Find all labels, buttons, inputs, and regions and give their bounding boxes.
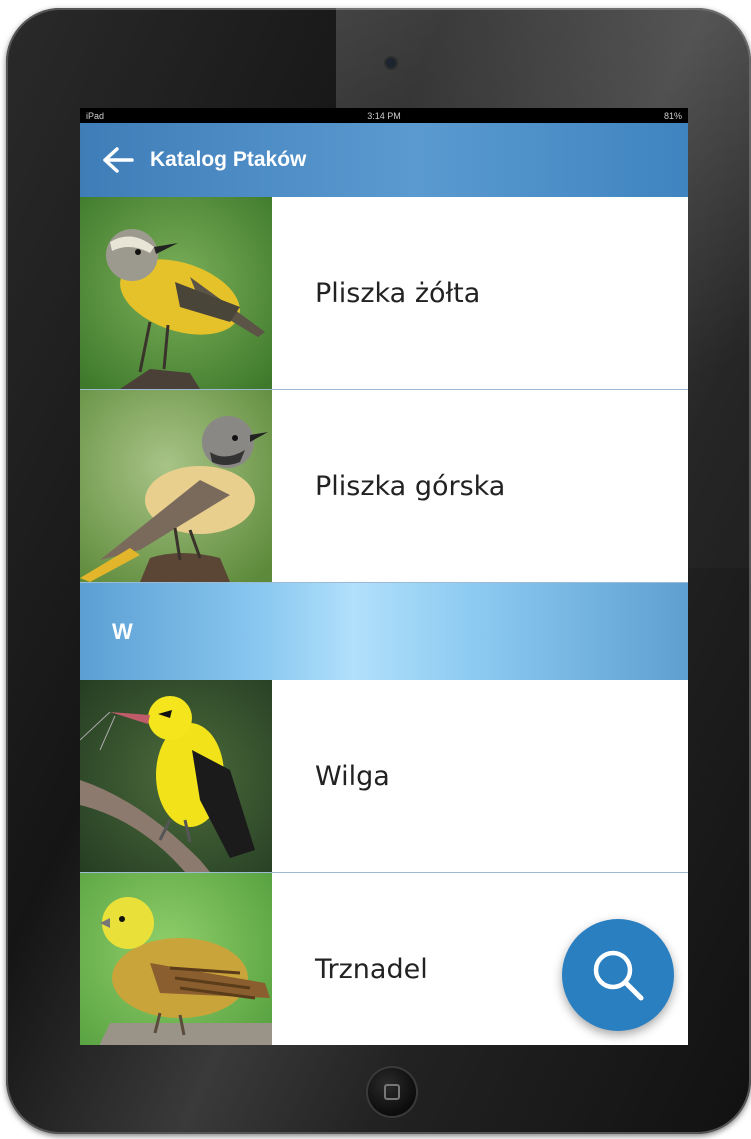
page-title: Katalog Ptaków bbox=[150, 148, 307, 171]
app-screen: Katalog Ptaków Pliszka żółta Pliszka gór… bbox=[80, 123, 688, 1045]
home-button-icon bbox=[384, 1084, 400, 1100]
list-item[interactable]: Pliszka górska bbox=[80, 390, 688, 583]
search-icon bbox=[593, 950, 644, 1001]
section-header: W bbox=[80, 583, 688, 680]
bird-name: Pliszka żółta bbox=[315, 277, 481, 309]
bird-name: Pliszka górska bbox=[315, 470, 506, 502]
bird-thumbnail bbox=[80, 680, 272, 872]
app-bar: Katalog Ptaków bbox=[80, 123, 688, 197]
home-button[interactable] bbox=[368, 1068, 416, 1116]
status-time: 3:14 PM bbox=[367, 111, 401, 121]
list-item[interactable]: Pliszka żółta bbox=[80, 197, 688, 390]
list-item[interactable]: Wilga bbox=[80, 680, 688, 873]
bird-thumbnail bbox=[80, 390, 272, 582]
status-carrier: iPad bbox=[86, 111, 105, 121]
front-camera bbox=[386, 58, 396, 68]
bird-list: Pliszka żółta Pliszka górska W Wilga Trz… bbox=[80, 197, 688, 1045]
section-letter: W bbox=[112, 618, 133, 644]
search-button[interactable] bbox=[562, 919, 674, 1031]
bird-thumbnail bbox=[80, 873, 272, 1045]
arrow-left-icon bbox=[103, 147, 134, 173]
status-bar: iPad 3:14 PM 81% bbox=[80, 108, 688, 124]
bird-name: Wilga bbox=[315, 760, 390, 792]
back-button[interactable] bbox=[88, 123, 148, 197]
bird-name: Trznadel bbox=[315, 953, 428, 985]
status-battery: 81% bbox=[663, 111, 682, 121]
bird-thumbnail bbox=[80, 197, 272, 389]
